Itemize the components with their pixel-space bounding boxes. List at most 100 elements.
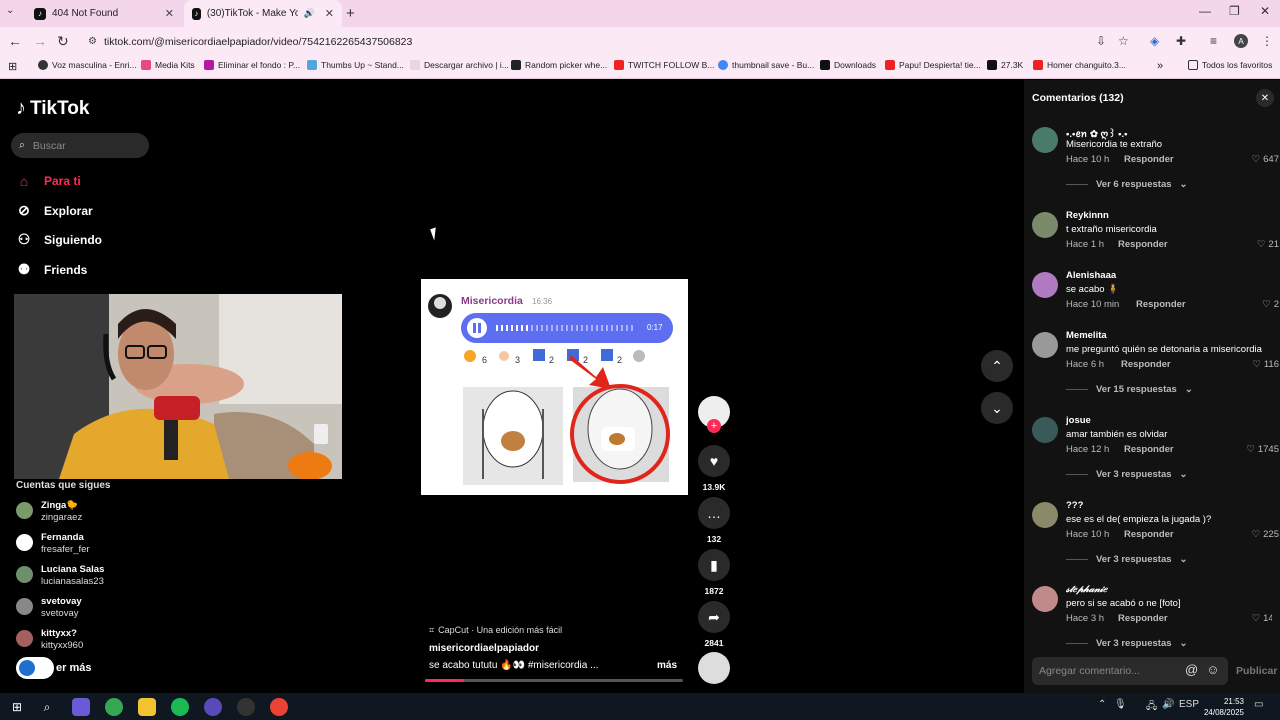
tab-tiktok[interactable]: ♪ (30)TikTok - Make Your Day 🔊 ✕ <box>184 0 342 27</box>
comment-user[interactable]: 𝓈𝓉𝑒𝓅𝒽𝒶𝓃𝒾𝑒 <box>1066 584 1107 595</box>
bookmark-3[interactable]: Eliminar el fondo : P... <box>204 60 300 70</box>
comment-like-button[interactable]: ♡141 <box>1252 613 1272 624</box>
copilot-icon[interactable] <box>72 698 90 716</box>
audio-playing-icon[interactable]: 🔊 <box>304 8 315 19</box>
comment-like-button[interactable]: ♡ 116 <box>1252 359 1279 370</box>
notification-icon[interactable]: ▭ <box>1254 699 1263 710</box>
avatar[interactable] <box>1032 502 1058 528</box>
emoji-icon[interactable]: ☺ <box>1206 662 1219 677</box>
address-bar[interactable]: tiktok.com/@misericordiaelpapiador/video… <box>80 31 1140 53</box>
following-item[interactable]: Fernanda fresafer_fer <box>16 532 90 556</box>
windows-start-icon[interactable]: ⊞ <box>8 698 26 716</box>
avatar[interactable] <box>1032 212 1058 238</box>
chrome-taskbar-icon[interactable] <box>270 698 288 716</box>
comment-user[interactable]: josue <box>1066 415 1091 426</box>
extension-icon[interactable]: ◈ <box>1150 34 1159 48</box>
bookmark-4[interactable]: Thumbs Up ~ Stand... <box>307 60 404 70</box>
sidebar-item-explorar[interactable]: ⊘ Explorar <box>16 202 93 219</box>
comment-like-button[interactable]: ♡ 225 <box>1252 529 1279 540</box>
close-window-icon[interactable]: ✕ <box>1260 4 1270 18</box>
reply-button[interactable]: Responder <box>1118 239 1168 250</box>
comment-user[interactable]: Reykinnn <box>1066 210 1109 221</box>
avatar[interactable] <box>1032 127 1058 153</box>
reply-button[interactable]: Responder <box>1124 444 1174 455</box>
following-item[interactable]: kittyxx? kittyxx960 <box>16 628 83 652</box>
microphone-icon[interactable]: 🎙 <box>1114 699 1127 710</box>
comment-button[interactable]: … 132 <box>698 497 730 544</box>
comment-like-button[interactable]: ♡ 647 <box>1252 154 1279 165</box>
avatar[interactable] <box>1032 332 1058 358</box>
view-replies-button[interactable]: Ver 15 respuestas ⌄ <box>1066 384 1193 395</box>
caption-more-button[interactable]: más <box>657 660 677 671</box>
following-item[interactable]: Zinga🐤 zingaraez <box>16 500 82 524</box>
bookmark-11[interactable]: 27.3K <box>987 60 1023 70</box>
bookmark-5[interactable]: Descargar archivo | i... <box>410 60 509 70</box>
spotify-icon[interactable] <box>171 698 189 716</box>
follow-plus-icon[interactable]: + <box>707 419 721 433</box>
extensions-puzzle-icon[interactable]: ✚ <box>1176 34 1186 48</box>
forward-icon[interactable]: → <box>33 33 47 49</box>
tray-expand-icon[interactable]: ⌃ <box>1098 699 1106 710</box>
restore-icon[interactable]: ❐ <box>1229 4 1240 18</box>
taskbar-search-icon[interactable]: ⌕ <box>38 698 56 716</box>
like-button[interactable]: ♥ 13.9K <box>698 445 730 492</box>
minimize-icon[interactable]: — <box>1199 4 1211 18</box>
bookmark-star-icon[interactable]: ☆ <box>1118 34 1129 48</box>
publish-button[interactable]: Publicar <box>1236 665 1277 677</box>
bookmark-1[interactable]: Voz masculina - Enri... <box>38 60 137 70</box>
video-author[interactable]: misericordiaelpapiador <box>429 643 539 654</box>
capcut-tag[interactable]: ⌗ CapCut · Una edición más fácil <box>429 623 562 637</box>
reply-button[interactable]: Responder <box>1124 529 1174 540</box>
tab-404[interactable]: ♪ 404 Not Found ✕ <box>26 0 182 27</box>
bookmarks-overflow-icon[interactable]: » <box>1157 60 1163 72</box>
bookmark-2[interactable]: Media Kits <box>141 60 195 70</box>
network-icon[interactable]: 🖧 <box>1146 699 1157 716</box>
share-button[interactable]: ➦ 2841 <box>698 601 730 648</box>
bookmark-12[interactable]: Homer changuito.3... <box>1033 60 1126 70</box>
tiktok-logo[interactable]: ♪ TikTok <box>16 97 89 120</box>
view-replies-button[interactable]: Ver 3 respuestas ⌄ <box>1066 554 1188 565</box>
system-clock[interactable]: 21:53 24/08/2025 <box>1196 696 1244 718</box>
see-more-button[interactable]: er más <box>16 657 91 679</box>
following-item[interactable]: Luciana Salas lucianasalas23 <box>16 564 104 588</box>
bookmark-7[interactable]: TWITCH FOLLOW B... <box>614 60 714 70</box>
reply-button[interactable]: Responder <box>1118 613 1168 624</box>
following-item[interactable]: svetovay svetovay <box>16 596 82 620</box>
file-explorer-icon[interactable] <box>138 698 156 716</box>
bookmark-8[interactable]: thumbnail save - Bu... <box>718 60 814 70</box>
previous-video-button[interactable]: ⌃ <box>981 350 1013 382</box>
comment-like-button[interactable]: ♡ 1745 <box>1246 444 1279 455</box>
profile-avatar-icon[interactable]: A <box>1234 34 1248 48</box>
comment-user[interactable]: ??? <box>1066 500 1083 511</box>
reply-button[interactable]: Responder <box>1136 299 1186 310</box>
avatar[interactable] <box>1032 586 1058 612</box>
search-input[interactable]: ⌕ Buscar <box>11 133 149 158</box>
save-button[interactable]: ▮ 1872 <box>698 549 730 596</box>
volume-icon[interactable]: 🔊 <box>1162 699 1174 710</box>
comment-user[interactable]: Memelita <box>1066 330 1107 341</box>
toggle-switch[interactable] <box>16 657 54 679</box>
bookmark-6[interactable]: Random picker whe... <box>511 60 607 70</box>
comment-like-button[interactable]: ♡ 2 <box>1262 299 1279 310</box>
next-video-button[interactable]: ⌄ <box>981 392 1013 424</box>
comment-user[interactable]: Alenishaaa <box>1066 270 1116 281</box>
obs-icon[interactable] <box>204 698 222 716</box>
sidebar-item-friends[interactable]: ⚉ Friends <box>16 261 88 278</box>
new-tab-icon[interactable]: + <box>346 5 355 22</box>
media-controls-icon[interactable]: ≡ <box>1210 34 1217 48</box>
tab-close-icon[interactable]: ✕ <box>325 7 334 20</box>
tab-search-icon[interactable]: ⌄ <box>6 5 14 16</box>
close-comments-icon[interactable]: ✕ <box>1256 89 1274 107</box>
music-disc-icon[interactable] <box>698 652 730 684</box>
menu-kebab-icon[interactable]: ⋮ <box>1261 34 1273 48</box>
view-replies-button[interactable]: Ver 6 respuestas ⌄ <box>1066 179 1188 190</box>
bookmark-10[interactable]: Papu! Despierta! tie... <box>885 60 981 70</box>
install-app-icon[interactable]: ⇩ <box>1096 34 1106 48</box>
sidebar-item-siguiendo[interactable]: ⚇ Siguiendo <box>16 231 102 248</box>
video-player[interactable]: Misericordia 16:36 0:17 6 3 2 2 2 <box>421 279 688 495</box>
bookmark-9[interactable]: Downloads <box>820 60 876 70</box>
all-bookmarks-folder[interactable]: Todos los favoritos <box>1188 60 1272 70</box>
app-icon[interactable] <box>237 698 255 716</box>
apps-grid-icon[interactable]: ⊞ <box>8 60 17 73</box>
back-icon[interactable]: ← <box>8 33 22 49</box>
